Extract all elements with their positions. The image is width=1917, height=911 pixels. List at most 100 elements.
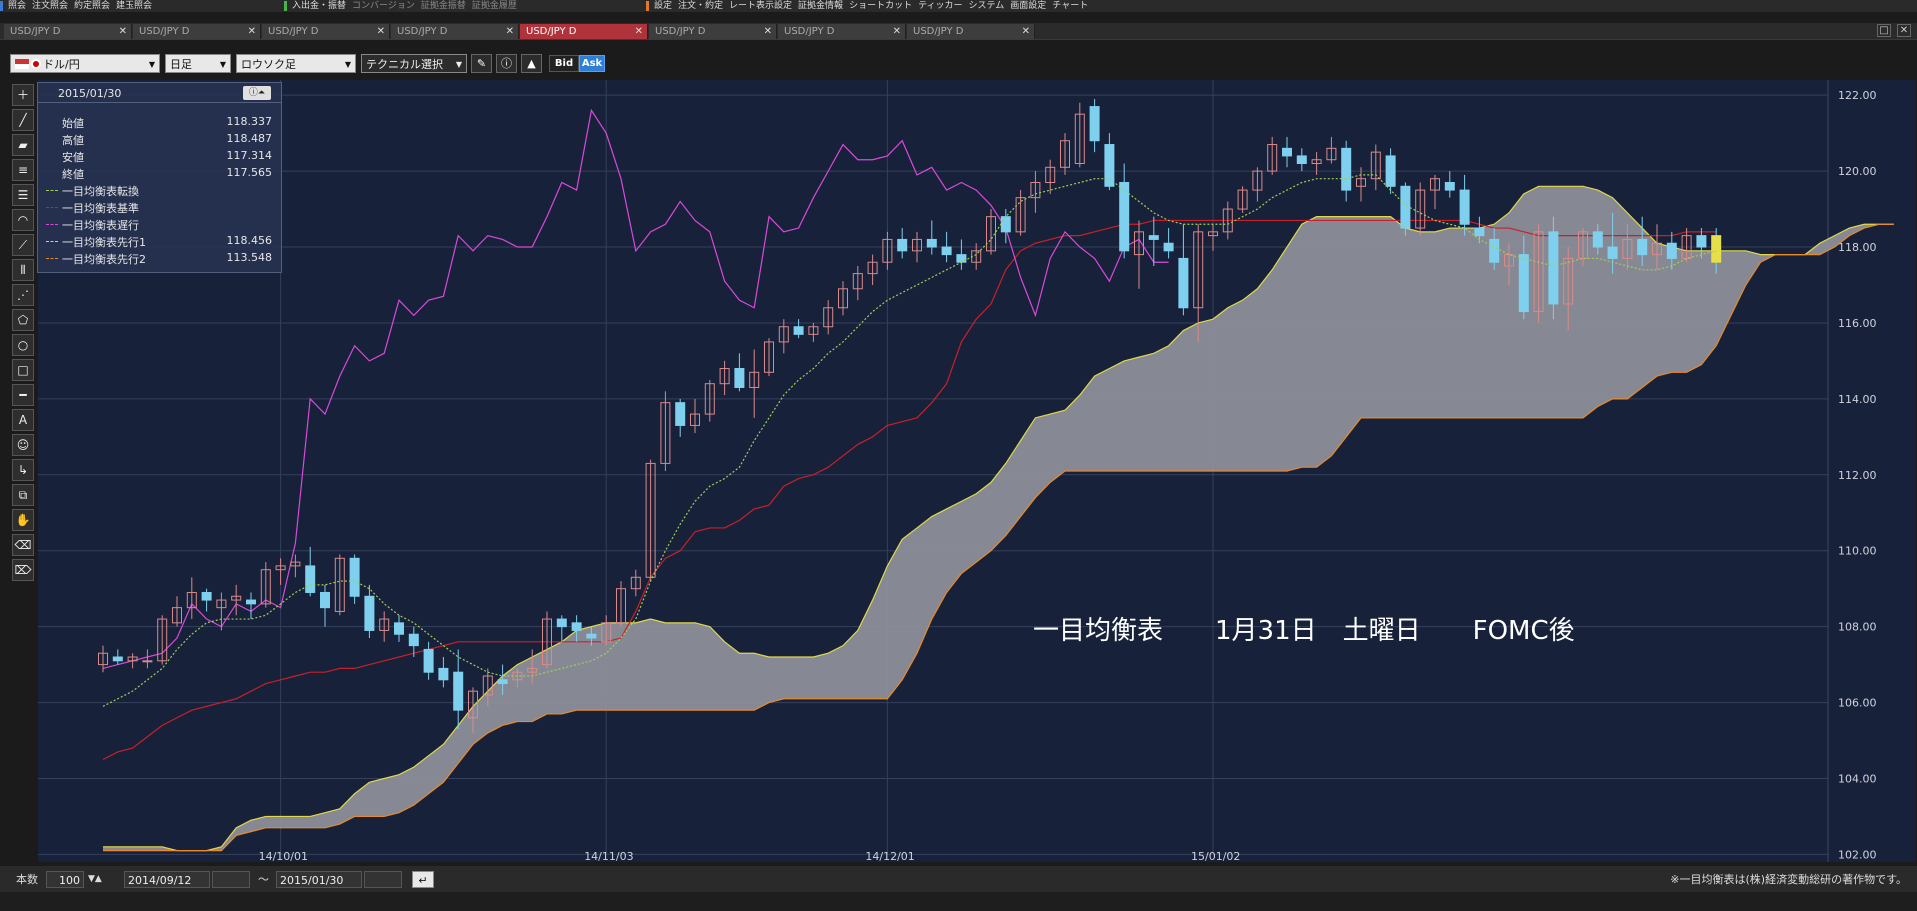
menu-item[interactable]: 証拠金履歴 xyxy=(472,0,517,12)
window-controls: □ ✕ xyxy=(1871,24,1911,37)
info-icon[interactable]: ⓘ xyxy=(496,54,517,73)
y-tick-label: 102.00 xyxy=(1838,848,1877,861)
trendline-icon[interactable]: ╱ xyxy=(12,109,34,131)
info-label: 終値 xyxy=(62,168,84,181)
chart-toolbar: ドル/円 ▼ 日足 ▼ ロウソク足 ▼ テクニカル選択 ▼ ✎ ⓘ ▲ Bid Ask xyxy=(10,54,1910,74)
chart-type-select[interactable]: ロウソク足 ▼ xyxy=(236,54,356,73)
menu-item[interactable]: 入出金・振替 xyxy=(292,0,346,12)
menu-item[interactable]: 画面設定 xyxy=(1010,0,1046,12)
gann-fan-icon[interactable]: ⋰ xyxy=(12,284,34,306)
pentagon-icon[interactable]: ⬠ xyxy=(12,309,34,331)
currency-pair-select[interactable]: ドル/円 ▼ xyxy=(10,54,160,73)
chart-tab[interactable]: USD/JPY D ✕ xyxy=(907,24,1035,39)
menu-item[interactable]: 建玉照会 xyxy=(116,0,152,12)
fibonacci-icon[interactable]: ☰ xyxy=(12,184,34,206)
info-label: 一目均衡表先行1 xyxy=(62,236,146,249)
info-label: 一目均衡表遅行 xyxy=(62,219,139,232)
candle-body xyxy=(364,595,375,631)
chart-tab[interactable]: USD/JPY D ✕ xyxy=(778,24,906,39)
tab-close-icon[interactable]: ✕ xyxy=(893,24,901,39)
count-input[interactable]: 100 xyxy=(46,871,84,888)
x-tick-label: 15/01/02 xyxy=(1191,850,1240,862)
hline-icon[interactable]: ━ xyxy=(12,384,34,406)
menu-item[interactable]: 照会 xyxy=(8,0,26,12)
chart-tab[interactable]: USD/JPY D ✕ xyxy=(133,24,261,39)
technical-select[interactable]: テクニカル選択 ▼ xyxy=(361,54,467,73)
menu-item[interactable]: 注文照会 xyxy=(32,0,68,12)
candle-body xyxy=(556,618,567,628)
candle-body xyxy=(1459,189,1470,225)
menu-item[interactable]: チャート xyxy=(1052,0,1088,12)
chevron-down-icon: ▼ xyxy=(148,60,155,69)
eraser-all-icon[interactable]: ⌦ xyxy=(12,559,34,581)
text-icon[interactable]: A xyxy=(12,409,34,431)
rectangle-icon[interactable]: □ xyxy=(12,359,34,381)
tab-close-icon[interactable]: ✕ xyxy=(764,24,772,39)
x-tick-label: 14/11/03 xyxy=(584,850,633,862)
tab-close-icon[interactable]: ✕ xyxy=(506,24,514,39)
circle-icon[interactable]: ○ xyxy=(12,334,34,356)
ask-button[interactable]: Ask xyxy=(579,55,605,72)
info-collapse-icon[interactable]: ⓘ⏶ xyxy=(243,86,271,100)
eraser-icon[interactable]: ⌫ xyxy=(12,534,34,556)
info-row: 一目均衡表先行1 118.456 xyxy=(46,234,276,249)
copy-icon[interactable]: ⧉ xyxy=(12,484,34,506)
info-row: 一目均衡表遅行 xyxy=(46,217,276,232)
start-date-input[interactable]: 2014/09/12 xyxy=(124,871,210,888)
info-row: 高値 118.487 xyxy=(58,132,276,147)
info-row: 始値 118.337 xyxy=(58,115,276,130)
area-chart-icon[interactable]: ▲ xyxy=(521,54,542,73)
tab-close-icon[interactable]: ✕ xyxy=(1022,24,1030,39)
candle-body xyxy=(1548,231,1559,305)
candle-body xyxy=(305,565,316,593)
chart-area[interactable]: 102.00 104.00 106.00 108.00 110.00 112.00 114.… xyxy=(38,80,1916,862)
menu-item[interactable]: 注文・約定 xyxy=(678,0,723,12)
menu-item[interactable]: 証拠金振替 xyxy=(421,0,466,12)
candle-body xyxy=(142,660,153,663)
tab-close-icon[interactable]: ✕ xyxy=(248,24,256,39)
info-date: 2015/01/30 xyxy=(58,87,122,100)
start-time-input[interactable] xyxy=(212,871,250,888)
menu-item[interactable]: システム xyxy=(969,0,1005,12)
maximize-icon[interactable]: □ xyxy=(1877,24,1891,37)
menu-item[interactable]: コンバージョン xyxy=(352,0,415,12)
candle-body xyxy=(793,326,804,335)
menu-item[interactable]: レート表示設定 xyxy=(729,0,792,12)
chart-tab[interactable]: USD/JPY D ✕ xyxy=(262,24,390,39)
ichimoku-chart[interactable]: 102.00 104.00 106.00 108.00 110.00 112.00 114.… xyxy=(38,80,1916,862)
chart-tab[interactable]: USD/JPY D ✕ xyxy=(4,24,132,39)
candle-body xyxy=(1696,235,1707,248)
hand-icon[interactable]: ✋ xyxy=(12,509,34,531)
chart-tab[interactable]: USD/JPY D ✕ xyxy=(649,24,777,39)
end-date-input[interactable]: 2015/01/30 xyxy=(276,871,362,888)
chart-tab[interactable]: USD/JPY D ✕ xyxy=(520,24,648,39)
chart-tab[interactable]: USD/JPY D ✕ xyxy=(391,24,519,39)
cursor-icon[interactable]: ↳ xyxy=(12,459,34,481)
apply-icon[interactable]: ↵ xyxy=(412,871,434,888)
menu-item[interactable]: 約定照会 xyxy=(74,0,110,12)
close-window-icon[interactable]: ✕ xyxy=(1897,24,1911,37)
tab-close-icon[interactable]: ✕ xyxy=(635,24,643,39)
menu-item[interactable]: 設定 xyxy=(654,0,672,12)
tab-close-icon[interactable]: ✕ xyxy=(119,24,127,39)
menu-item[interactable]: 証拠金情報 xyxy=(798,0,843,12)
tab-close-icon[interactable]: ✕ xyxy=(377,24,385,39)
crosshair-icon[interactable]: ＋ xyxy=(12,84,34,106)
arc-icon[interactable]: ◠ xyxy=(12,209,34,231)
jp-flag-icon xyxy=(31,59,41,69)
vertical-lines-icon[interactable]: ⦀ xyxy=(12,259,34,281)
menu-group-marker xyxy=(284,1,287,11)
menu-item[interactable]: ショートカット xyxy=(849,0,912,12)
ruler-icon[interactable]: ▰ xyxy=(12,134,34,156)
period-select[interactable]: 日足 ▼ xyxy=(165,54,231,73)
count-stepper-icon[interactable]: ▼▲ xyxy=(88,871,102,888)
pen-icon[interactable]: ✎ xyxy=(471,54,492,73)
menu-item[interactable]: ティッカー xyxy=(918,0,962,12)
end-time-input[interactable] xyxy=(364,871,402,888)
horizontal-lines-icon[interactable]: ≡ xyxy=(12,159,34,181)
candle-body xyxy=(112,656,123,662)
y-tick-label: 122.00 xyxy=(1838,89,1877,102)
emoji-icon[interactable]: ☺ xyxy=(12,434,34,456)
fan-icon[interactable]: ⟋ xyxy=(12,234,34,256)
bid-button[interactable]: Bid xyxy=(549,55,579,72)
